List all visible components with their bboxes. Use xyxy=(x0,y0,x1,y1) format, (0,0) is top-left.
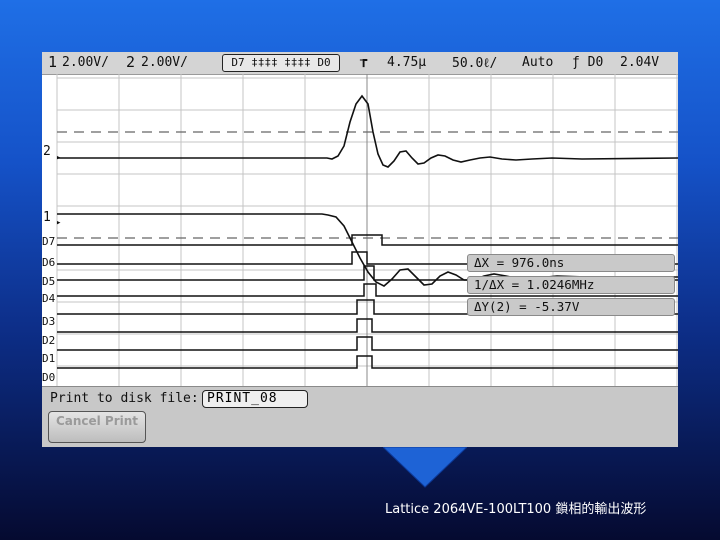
cancel-print-button[interactable]: Cancel Print xyxy=(48,411,146,443)
d7-marker[interactable]: D7 xyxy=(42,236,55,247)
waveform-display xyxy=(56,74,678,386)
d5-marker[interactable]: D5 xyxy=(42,276,55,287)
marker-arrow-icon: ▸ xyxy=(56,153,62,163)
print-to-disk-label: Print to disk file: xyxy=(50,391,199,406)
d3-marker[interactable]: D3 xyxy=(42,316,55,327)
inverse-delta-x-readout: 1/ΔX = 1.0246MHz xyxy=(467,276,675,294)
ch2-ground-marker[interactable]: 2 xyxy=(43,145,51,158)
delta-y-readout: ΔY(2) = -5.37V xyxy=(467,298,675,316)
down-triangle-icon xyxy=(383,447,467,488)
trigger-level[interactable]: 2.04V xyxy=(620,55,659,70)
filename-field[interactable]: PRINT_08 xyxy=(202,390,308,408)
marker-arrow-icon: ▸ xyxy=(56,218,62,228)
trigger-delay[interactable]: 4.75µ xyxy=(387,55,426,70)
trigger-marker-icon: ┲ xyxy=(360,53,368,67)
timebase[interactable]: 50.0ℓ/ xyxy=(452,55,497,71)
d6-marker[interactable]: D6 xyxy=(42,257,55,268)
ch1-scale[interactable]: 2.00V/ xyxy=(62,55,109,70)
delta-x-readout: ΔX = 976.0ns xyxy=(467,254,675,272)
trigger-source[interactable]: ƒ D0 xyxy=(572,55,603,70)
d0-marker[interactable]: D0 xyxy=(42,372,55,383)
oscilloscope-screen: 1 2.00V/ 2 2.00V/ D7 ‡‡‡‡ ‡‡‡‡ D0 ┲ 4.75… xyxy=(42,52,678,447)
d2-marker[interactable]: D2 xyxy=(42,335,55,346)
slide-caption: Lattice 2064VE-100LT100 鎖相的輸出波形 xyxy=(385,502,647,517)
softkey-bar: Print to disk file: PRINT_08 Cancel Prin… xyxy=(42,386,678,447)
ch1-ground-marker[interactable]: 1 xyxy=(43,211,51,224)
ch1-label[interactable]: 1 xyxy=(48,53,57,71)
digital-channels-indicator[interactable]: D7 ‡‡‡‡ ‡‡‡‡ D0 xyxy=(222,54,340,72)
status-bar: 1 2.00V/ 2 2.00V/ D7 ‡‡‡‡ ‡‡‡‡ D0 ┲ 4.75… xyxy=(42,52,678,75)
trigger-mode[interactable]: Auto xyxy=(522,55,553,70)
ch2-label[interactable]: 2 xyxy=(126,53,135,71)
d1-marker[interactable]: D1 xyxy=(42,353,55,364)
ch2-scale[interactable]: 2.00V/ xyxy=(141,55,188,70)
d4-marker[interactable]: D4 xyxy=(42,293,55,304)
